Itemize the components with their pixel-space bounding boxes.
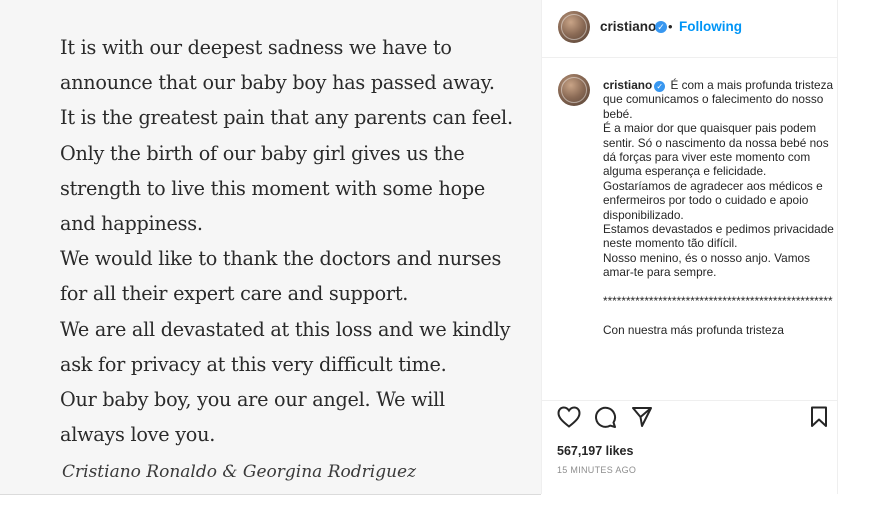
heart-icon[interactable] [557,406,581,428]
verified-badge-icon: ✓ [655,21,667,33]
statement-line: We are all devastated at this loss and w… [60,317,511,341]
statement-line: strength to live this moment with some h… [60,176,486,200]
paper-plane-icon[interactable] [631,406,653,428]
statement-line: always love you. [60,423,216,447]
separator-dot: • [668,19,673,34]
statement-line: for all their expert care and support. [60,282,409,306]
statement-line: Only the birth of our baby girl gives us… [60,141,465,165]
statement-line: We would like to thank the doctors and n… [60,247,502,271]
post-side-panel: cristiano ✓ cristiano ✓ É com a mais prof… [541,0,838,494]
verified-badge-icon: ✓ [654,81,666,92]
statement-line: It is with our deepest sadness we have t… [60,36,452,59]
statement-line: It is the greatest pain that any parents… [60,106,513,130]
statement-line: ask for privacy at this very difficult t… [60,352,447,376]
bookmark-icon[interactable] [810,406,828,428]
likes-count[interactable]: 567,197 likes [557,444,633,458]
statement-text: It is with our deepest sadness we have t… [60,30,530,452]
statement-line: announce that our baby boy has passed aw… [60,71,495,95]
post-timestamp[interactable]: 15 MINUTES AGO [557,465,636,475]
statement-line: Our baby boy, you are our angel. We will [60,388,445,412]
following-button[interactable]: Following [679,19,742,34]
handwritten-signature: Cristiano Ronaldo & Georgina Rodriguez [62,462,417,482]
caption-area[interactable]: cristiano ✓ É com a mais profunda tristez… [542,58,838,401]
caption-avatar[interactable] [558,74,590,106]
caption-username[interactable]: cristiano [603,78,652,92]
avatar[interactable] [558,11,590,43]
post-image[interactable]: It is with our deepest sadness we have t… [0,0,541,494]
divider [837,0,838,494]
caption-text: cristiano ✓ É com a mais profunda tristez… [603,78,835,337]
page-background [0,495,875,511]
caption-body: É com a mais profunda tristeza que comun… [603,78,834,337]
header-username[interactable]: cristiano [600,19,656,34]
statement-line: and happiness. [60,212,203,236]
comment-icon[interactable] [593,406,617,428]
